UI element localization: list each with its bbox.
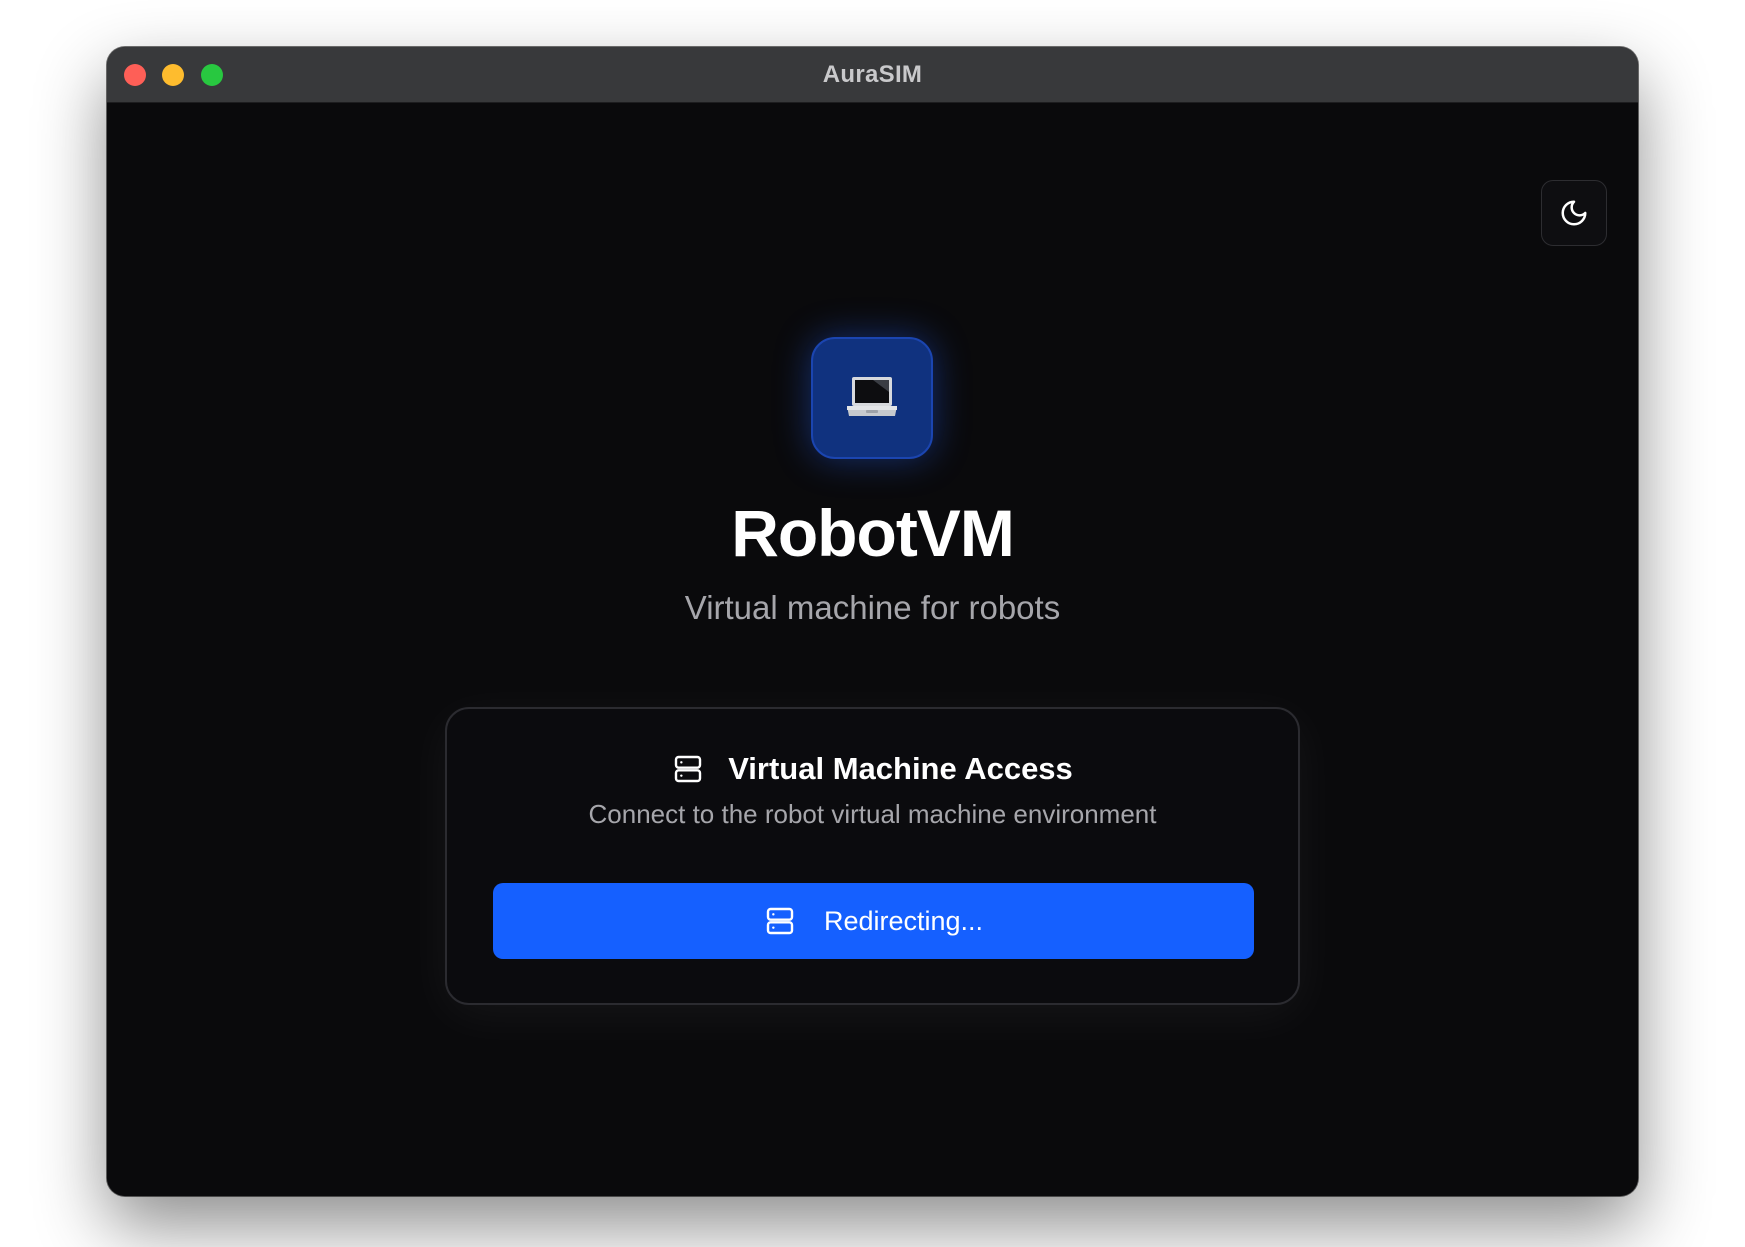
app-icon	[811, 337, 933, 459]
window-title: AuraSIM	[822, 61, 923, 88]
server-icon	[672, 753, 704, 785]
app-name: RobotVM	[731, 496, 1015, 570]
server-icon	[764, 905, 796, 937]
card-description: Connect to the robot virtual machine env…	[588, 799, 1157, 829]
app-tagline: Virtual machine for robots	[684, 589, 1061, 626]
main-content: RobotVM Virtual machine for robots Virtu…	[107, 103, 1638, 1196]
redirect-button[interactable]: Redirecting...	[493, 883, 1254, 959]
laptop-icon	[842, 368, 902, 428]
card-title: Virtual Machine Access	[728, 751, 1073, 786]
card-header: Virtual Machine Access	[447, 751, 1298, 787]
title-bar[interactable]: AuraSIM	[107, 47, 1638, 103]
redirect-button-label: Redirecting...	[823, 905, 984, 936]
moon-icon	[1559, 198, 1589, 228]
vm-access-card: Virtual Machine Access Connect to the ro…	[445, 707, 1300, 1005]
app-window: AuraSIM RobotVM Virtual machine for robo…	[107, 47, 1638, 1196]
theme-toggle-button[interactable]	[1541, 180, 1607, 246]
